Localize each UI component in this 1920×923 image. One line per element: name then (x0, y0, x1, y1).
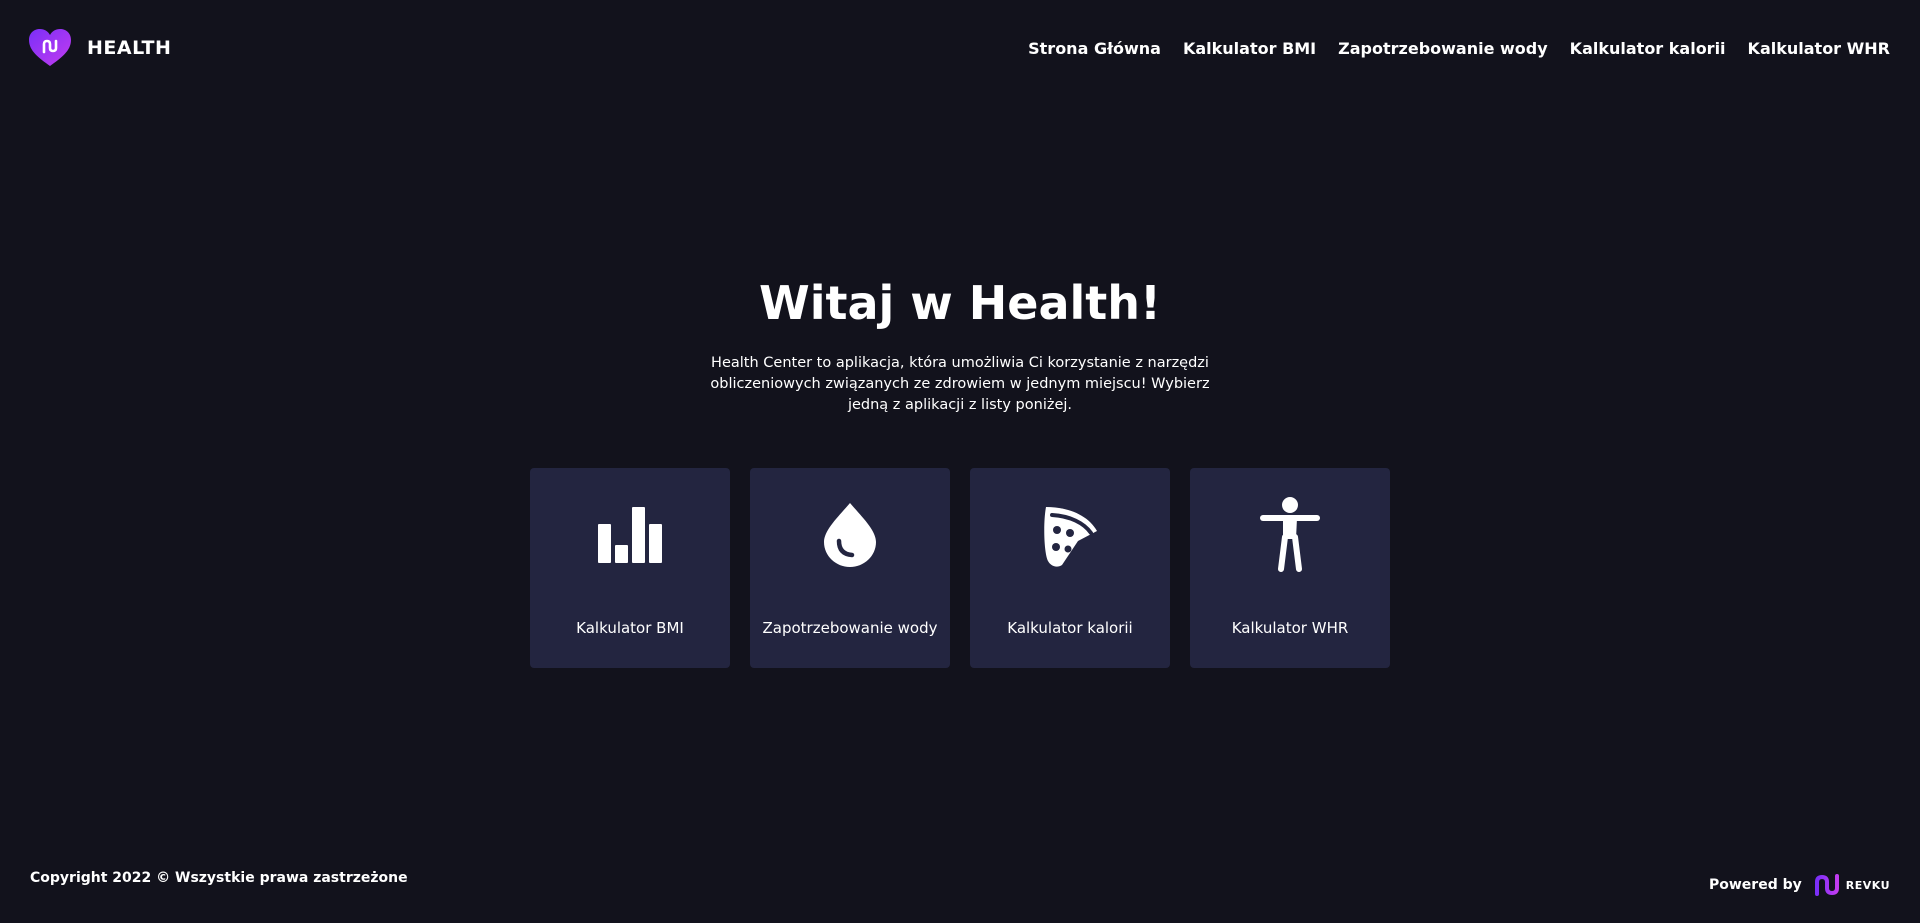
body-icon (1260, 497, 1320, 572)
revku-link[interactable]: REVKU (1814, 874, 1890, 896)
pizza-icon (1044, 507, 1097, 567)
nav-water-requirement[interactable]: Zapotrzebowanie wody (1338, 39, 1548, 58)
nav-whr-calculator[interactable]: Kalkulator WHR (1748, 39, 1890, 58)
copyright-text: Copyright 2022 © Wszystkie prawa zastrze… (30, 870, 408, 886)
main-nav: Strona Główna Kalkulator BMI Zapotrzebow… (1028, 39, 1890, 58)
card-label: Kalkulator BMI (576, 619, 684, 637)
bar-chart-icon (598, 507, 662, 563)
card-label: Kalkulator kalorii (1007, 619, 1133, 637)
page-title: Witaj w Health! (758, 276, 1162, 330)
revku-brand-name: REVKU (1845, 878, 1890, 892)
heart-logo-icon (29, 29, 71, 66)
nav-bmi-calculator[interactable]: Kalkulator BMI (1183, 39, 1316, 58)
card-whr-calculator[interactable]: Kalkulator WHR (1190, 468, 1390, 668)
card-label: Zapotrzebowanie wody (762, 619, 938, 637)
card-calorie-calculator[interactable]: Kalkulator kalorii (970, 468, 1170, 668)
nav-calorie-calculator[interactable]: Kalkulator kalorii (1570, 39, 1726, 58)
hero-description: Health Center to aplikacja, która umożli… (710, 355, 1210, 413)
powered-by-label: Powered by (1708, 877, 1802, 893)
revku-logo-icon (1814, 874, 1839, 896)
app-cards: Kalkulator BMI Zapotrzebowanie wody Kalk… (530, 468, 1390, 668)
top-bar: HEALTH Strona Główna Kalkulator BMI Zapo… (0, 0, 1920, 100)
card-label: Kalkulator WHR (1231, 619, 1349, 637)
brand-link[interactable]: HEALTH (29, 29, 171, 67)
brand-name: HEALTH (87, 37, 172, 59)
nav-home[interactable]: Strona Główna (1028, 39, 1161, 58)
water-drop-icon (824, 503, 876, 567)
card-bmi-calculator[interactable]: Kalkulator BMI (530, 468, 730, 668)
hero-section: Witaj w Health! Health Center to aplikac… (0, 270, 1920, 416)
card-water-requirement[interactable]: Zapotrzebowanie wody (750, 468, 950, 668)
powered-by: Powered by REVKU (1709, 874, 1890, 896)
